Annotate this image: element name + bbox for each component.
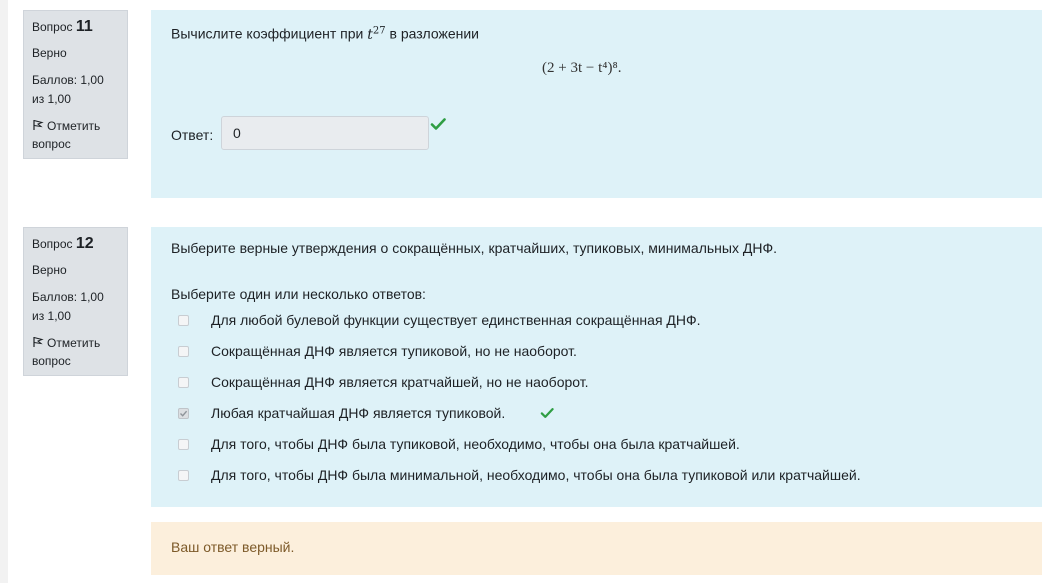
question-text: Выберите верные утверждения о сокращённы… <box>171 240 777 256</box>
option-checkbox[interactable] <box>178 439 189 450</box>
option-checkbox[interactable] <box>178 377 189 388</box>
question-state: Верно <box>32 263 67 277</box>
correct-check-icon <box>430 118 446 130</box>
question-11-info: Вопрос 11 Верно Баллов: 1,00 из 1,00 Отм… <box>23 10 128 159</box>
question-text: Вычислите коэффициент при t27 в разложен… <box>171 25 479 43</box>
flag-question-link[interactable]: Отметить вопрос <box>32 334 119 370</box>
question-state: Верно <box>32 46 67 60</box>
answer-prompt: Выберите один или несколько ответов: <box>171 286 426 302</box>
question-12-content: Выберите верные утверждения о сокращённы… <box>151 227 1042 507</box>
question-number: Вопрос 12 <box>32 236 119 252</box>
flag-icon <box>33 120 44 130</box>
question-number-value: 12 <box>75 235 94 252</box>
question-grade: Баллов: 1,00 из 1,00 <box>32 73 104 106</box>
question-label: Вопрос <box>32 237 73 251</box>
flag-question-link[interactable]: Отметить вопрос <box>32 117 119 153</box>
question-11-content: Вычислите коэффициент при t27 в разложен… <box>151 10 1042 198</box>
math-expression: (2 + 3t − t⁴)⁸. <box>542 60 622 76</box>
math-variable: t27 <box>367 25 386 43</box>
option-checkbox[interactable] <box>178 470 189 481</box>
question-grade: Баллов: 1,00 из 1,00 <box>32 290 104 323</box>
question-number-value: 11 <box>75 18 93 35</box>
option-label: Для того, чтобы ДНФ была минимальной, не… <box>211 467 861 483</box>
question-text-before: Вычислите коэффициент при <box>171 25 364 42</box>
answer-input[interactable]: 0 <box>221 116 429 150</box>
checkbox-check-icon <box>180 410 188 417</box>
option-label: Сокращённая ДНФ является тупиковой, но н… <box>211 343 577 359</box>
option-label: Для того, чтобы ДНФ была тупиковой, необ… <box>211 436 740 452</box>
flag-icon <box>33 337 44 347</box>
question-text-after: в разложении <box>389 25 479 42</box>
option-checkbox-checked[interactable] <box>178 408 189 419</box>
answer-label: Ответ: <box>171 127 214 143</box>
question-12-info: Вопрос 12 Верно Баллов: 1,00 из 1,00 Отм… <box>23 227 128 376</box>
correct-check-icon <box>540 408 554 418</box>
exponent: 27 <box>372 25 386 36</box>
question-number: Вопрос 11 <box>32 19 119 35</box>
option-checkbox[interactable] <box>178 315 189 326</box>
option-label: Любая кратчайшая ДНФ является тупиковой. <box>211 405 506 421</box>
page-left-edge <box>0 0 8 583</box>
option-label: Для любой булевой функции существует еди… <box>211 312 701 328</box>
option-checkbox[interactable] <box>178 346 189 357</box>
feedback-box: Ваш ответ верный. <box>151 522 1042 575</box>
option-label: Сокращённая ДНФ является кратчайшей, но … <box>211 374 589 390</box>
question-label: Вопрос <box>32 20 73 34</box>
feedback-text: Ваш ответ верный. <box>171 539 295 555</box>
